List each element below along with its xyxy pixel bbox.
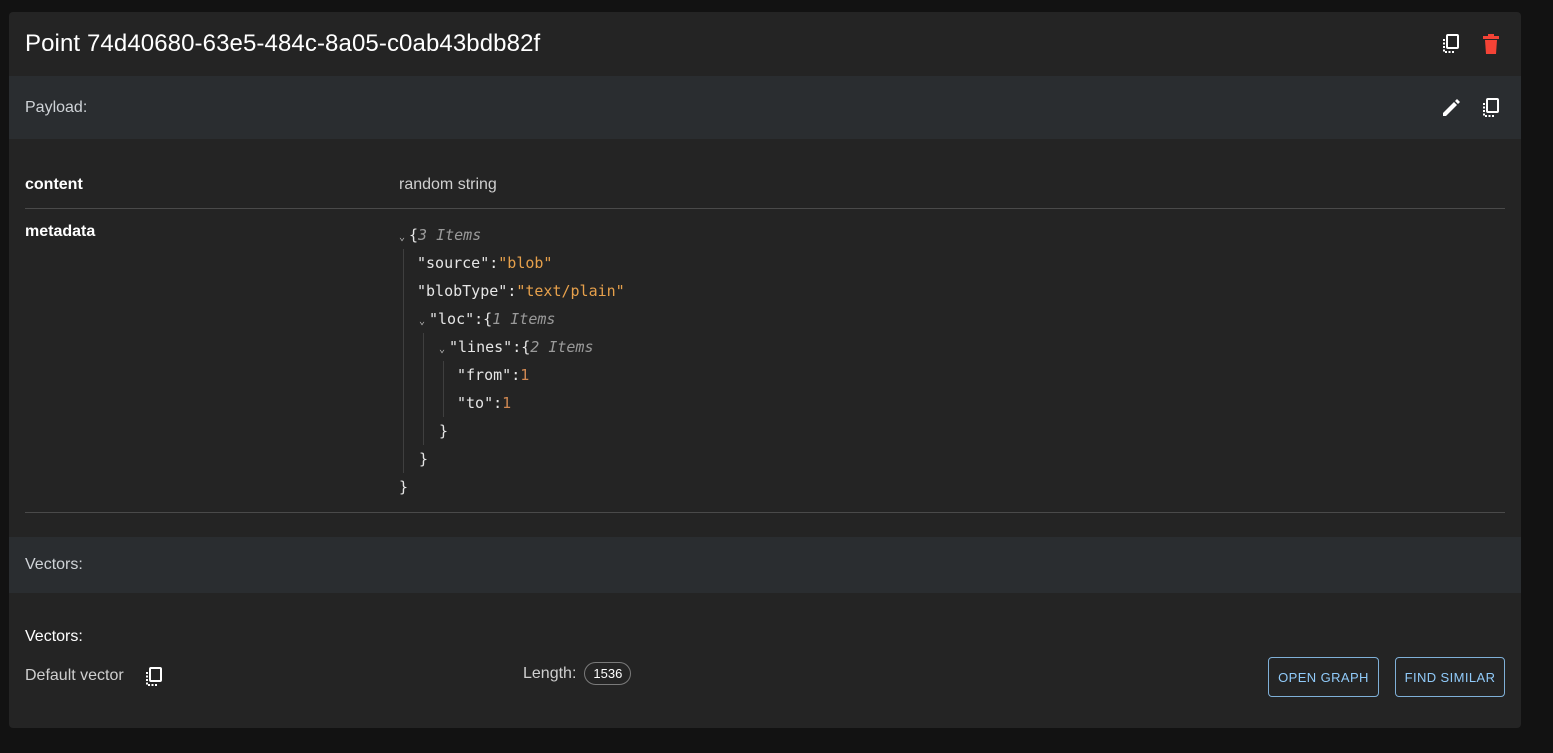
payload-actions <box>1441 97 1505 118</box>
vectors-section-label: Vectors: <box>25 556 83 573</box>
tree-key: "lines" <box>449 338 513 356</box>
tree-node: "blobType":"text/plain" <box>417 282 625 300</box>
tree-value: "blob" <box>498 254 553 272</box>
point-header-actions <box>1441 34 1505 54</box>
tree-node: "source":"blob" <box>417 254 553 272</box>
tree-node: "from":1 <box>457 366 530 384</box>
tree-value: 1 <box>502 394 512 412</box>
tree-key: "blobType" <box>417 282 508 300</box>
tree-node-loc: ⌄ "loc":{1 Items <box>399 305 625 333</box>
item-count: 1 Items <box>492 310 556 328</box>
open-graph-button[interactable]: OPEN GRAPH <box>1268 657 1379 697</box>
payload-label: Payload: <box>25 98 88 116</box>
tree-key: "loc" <box>429 310 475 328</box>
tree-close: } <box>399 478 409 496</box>
trash-icon[interactable] <box>1481 34 1501 54</box>
tree-key: "source" <box>417 254 490 272</box>
payload-key: content <box>25 176 83 193</box>
payload-key: metadata <box>25 223 96 240</box>
tree-node: "to":1 <box>457 394 512 412</box>
tree-close: } <box>419 450 429 468</box>
payload-bar: Payload: <box>9 76 1521 139</box>
payload-table: content random string metadata ⌄ {3 Items… <box>9 139 1521 513</box>
point-card: Point 74d40680-63e5-484c-8a05-c0ab43bdb8… <box>9 12 1521 728</box>
vectors-bar: Vectors: <box>9 537 1521 593</box>
item-count: 2 Items <box>530 338 594 356</box>
chevron-down-icon[interactable]: ⌄ <box>439 336 449 364</box>
payload-row-metadata: metadata ⌄ {3 Items "source":"blob" "blob… <box>25 209 1505 513</box>
payload-row-content: content random string <box>25 139 1505 209</box>
tree-value: 1 <box>520 366 530 384</box>
length-label: Length: <box>523 664 577 682</box>
copy-icon[interactable] <box>1441 34 1461 54</box>
tree-node-lines: ⌄ "lines":{2 Items <box>399 333 625 361</box>
tree-value: "text/plain" <box>516 282 625 300</box>
item-count: 3 Items <box>418 226 482 244</box>
point-title: Point 74d40680-63e5-484c-8a05-c0ab43bdb8… <box>25 30 541 57</box>
point-header: Point 74d40680-63e5-484c-8a05-c0ab43bdb8… <box>9 12 1521 76</box>
vectors-title: Vectors: <box>25 628 83 645</box>
pencil-icon[interactable] <box>1441 98 1461 118</box>
find-similar-button[interactable]: FIND SIMILAR <box>1395 657 1505 697</box>
copy-icon[interactable] <box>1481 97 1501 118</box>
chevron-down-icon[interactable]: ⌄ <box>419 308 429 336</box>
length-chip: 1536 <box>584 662 632 685</box>
vector-length: Length: 1536 <box>523 662 632 685</box>
tree-close: } <box>439 422 449 440</box>
copy-icon[interactable] <box>144 667 164 687</box>
tree-key: "to" <box>457 394 494 412</box>
tree-key: "from" <box>457 366 512 384</box>
json-tree: ⌄ {3 Items "source":"blob" "blobType":"te… <box>399 209 625 512</box>
tree-node-root: ⌄ {3 Items <box>399 221 625 249</box>
payload-value: random string <box>399 176 497 193</box>
chevron-down-icon[interactable]: ⌄ <box>399 224 409 252</box>
default-vector-label: Default vector <box>25 667 124 684</box>
vectors-body: Vectors: Default vector Length: 1536 OPE… <box>9 593 1521 728</box>
